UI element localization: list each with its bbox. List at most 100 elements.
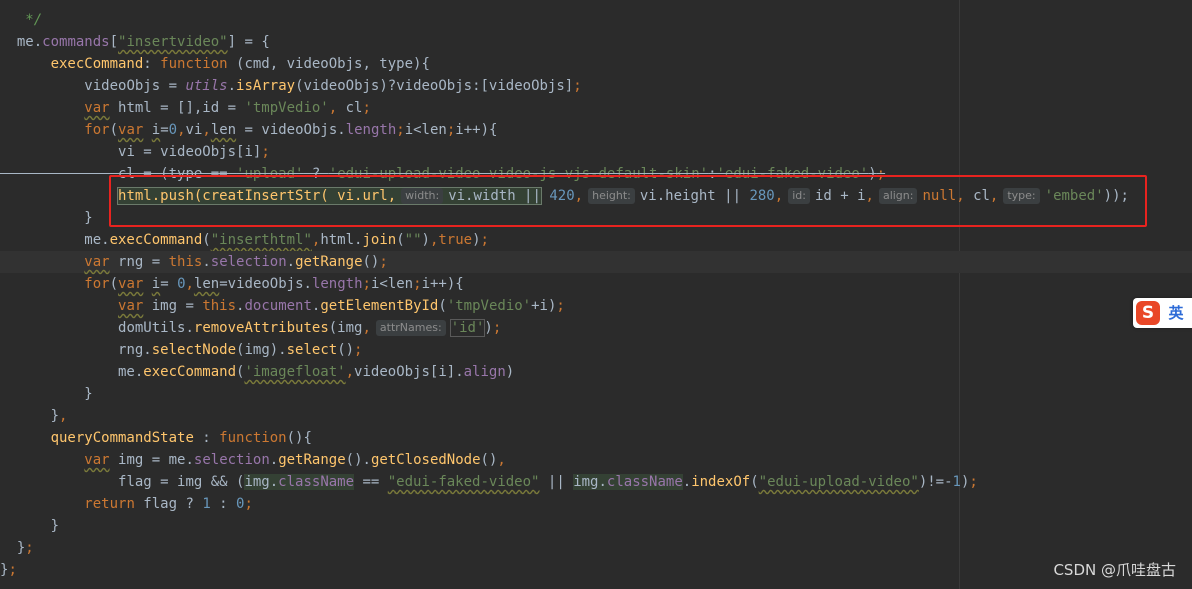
- token-rng-decl: rng =: [109, 254, 169, 270]
- token-cl-decl: cl: [337, 100, 363, 116]
- code-editor[interactable]: */ me.commands["insertvideo"] = { execCo…: [0, 0, 1192, 589]
- code-line-16[interactable]: rng.selectNode(img).select();: [0, 339, 1192, 361]
- token-var-keyword: var: [84, 452, 110, 468]
- token-string-tmpvedio: 'tmpVedio': [244, 100, 329, 116]
- token-string-faked-video: "edui-faked-video": [387, 474, 540, 490]
- token-classname: className: [278, 474, 355, 490]
- token-flag-assign: flag = img && (: [118, 474, 245, 490]
- code-line-20[interactable]: queryCommandState : function(){: [0, 427, 1192, 449]
- token-selectnode: selectNode: [151, 342, 237, 358]
- token-join: join: [362, 232, 397, 248]
- token-var-keyword: var: [118, 276, 144, 292]
- token-number-1: 1: [202, 496, 211, 512]
- token-indexof: indexOf: [691, 474, 751, 490]
- token-rng: rng.: [118, 342, 152, 358]
- code-line-15[interactable]: domUtils.removeAttributes(img, attrNames:…: [0, 317, 1192, 339]
- token-var-keyword: var: [84, 254, 110, 270]
- token-string-imagefloat: 'imagefloat': [244, 364, 346, 380]
- token-number-0: 0: [168, 122, 178, 138]
- token-document: document: [244, 298, 312, 314]
- comment-end: */: [25, 12, 43, 28]
- token-execcommand: execCommand: [50, 56, 144, 72]
- code-line-2[interactable]: me.commands["insertvideo"] = {: [0, 31, 1192, 53]
- code-line-12[interactable]: var rng = this.selection.getRange();: [0, 251, 1192, 273]
- token-var-keyword: var: [84, 100, 110, 116]
- token-i: i: [151, 122, 161, 138]
- token-getrange: getRange: [278, 452, 346, 468]
- token-string-insertvideo: "insertvideo": [118, 34, 228, 50]
- token-utils: utils: [185, 78, 228, 94]
- token-string-tmpvedio: 'tmpVedio': [446, 298, 532, 314]
- token-string-id: 'id': [449, 319, 486, 337]
- code-line-5[interactable]: var html = [],id = 'tmpVedio', cl;: [0, 97, 1192, 119]
- token-var-keyword: var: [118, 298, 144, 314]
- token-function-keyword: function: [160, 56, 228, 72]
- code-line-7[interactable]: vi = videoObjs[i];: [0, 141, 1192, 163]
- token-number-0: 0: [168, 276, 186, 292]
- token-domutils: domUtils: [118, 320, 186, 336]
- csdn-watermark: CSDN @爪哇盘古: [1053, 561, 1176, 579]
- token-params: (cmd, videoObjs, type){: [227, 56, 430, 72]
- token-videoobjs: videoObjs: [84, 78, 161, 94]
- code-line-1[interactable]: */: [0, 9, 1192, 31]
- token-i: i: [151, 276, 161, 292]
- code-line-13[interactable]: for(var i= 0,len=videoObjs.length;i<len;…: [0, 273, 1192, 295]
- token-isarray: isArray: [236, 78, 296, 94]
- token-var-keyword: var: [118, 122, 144, 138]
- code-line-14[interactable]: var img = this.document.getElementById('…: [0, 295, 1192, 317]
- code-line-25[interactable]: };: [0, 537, 1192, 559]
- token-string-upload-video: "edui-upload-video": [758, 474, 919, 490]
- code-line-26[interactable]: };: [0, 559, 1192, 581]
- token-html-decl: html = [],id =: [109, 100, 245, 116]
- token-execcommand-call: execCommand: [143, 364, 237, 380]
- token-loop-condition: i<len: [370, 276, 414, 292]
- code-line-23[interactable]: return flag ? 1 : 0;: [0, 493, 1192, 515]
- token-return-keyword: return: [84, 496, 135, 512]
- token-classname: className: [606, 474, 683, 490]
- token-getclosednode: getClosedNode: [370, 452, 481, 468]
- param-hint-attrnames: attrNames:: [375, 320, 446, 336]
- token-getelementbyid: getElementById: [320, 298, 439, 314]
- code-line-11[interactable]: me.execCommand("inserthtml",html.join(""…: [0, 229, 1192, 251]
- token-length: length: [345, 122, 397, 138]
- code-line-6[interactable]: for(var i=0,vi,len = videoObjs.length;i<…: [0, 119, 1192, 141]
- code-line-19[interactable]: },: [0, 405, 1192, 427]
- token-selection: selection: [193, 452, 270, 468]
- token-loop-condition: i<len: [404, 122, 447, 138]
- code-line-3[interactable]: execCommand: function (cmd, videoObjs, t…: [0, 53, 1192, 75]
- token-select: select: [286, 342, 338, 358]
- token-this: this: [168, 254, 203, 270]
- token-for-keyword: for: [84, 276, 110, 292]
- token-for-keyword: for: [84, 122, 110, 138]
- token-this: this: [202, 298, 237, 314]
- token-loop-increment: i++){: [455, 122, 498, 138]
- token-number-1: 1: [952, 474, 961, 490]
- token-vi-assign: vi = videoObjs[i]: [118, 144, 262, 160]
- token-execcommand-call: execCommand: [109, 232, 203, 248]
- token-function-keyword: function: [219, 430, 287, 446]
- token-true: true: [438, 232, 473, 248]
- code-line-18[interactable]: }: [0, 383, 1192, 405]
- code-line-21[interactable]: var img = me.selection.getRange().getClo…: [0, 449, 1192, 471]
- red-highlight-box: [109, 175, 1147, 227]
- token-img-decl: img =: [143, 298, 203, 314]
- code-line-22[interactable]: flag = img && (img.className == "edui-fa…: [0, 471, 1192, 493]
- token-commands: commands: [42, 34, 110, 50]
- ime-indicator[interactable]: S 英: [1133, 298, 1192, 328]
- code-line-17[interactable]: me.execCommand('imagefloat',videoObjs[i]…: [0, 361, 1192, 383]
- token-loop-increment: i++){: [421, 276, 464, 292]
- token-string-inserthtml: "inserthtml": [210, 232, 312, 248]
- sogou-logo-icon: S: [1136, 301, 1160, 325]
- token-removeattributes: removeAttributes: [193, 320, 329, 336]
- token-img: img.: [244, 474, 279, 490]
- code-line-24[interactable]: }: [0, 515, 1192, 537]
- token-string-empty: "": [404, 232, 422, 248]
- token-img: img.: [573, 474, 607, 490]
- token-getrange: getRange: [295, 254, 363, 270]
- token-selection: selection: [210, 254, 287, 270]
- ime-mode-label: 英: [1168, 304, 1184, 322]
- token-html: html.: [320, 232, 363, 248]
- token-img-decl: img =: [109, 452, 169, 468]
- token-me: me: [16, 34, 34, 50]
- code-line-4[interactable]: videoObjs = utils.isArray(videoObjs)?vid…: [0, 75, 1192, 97]
